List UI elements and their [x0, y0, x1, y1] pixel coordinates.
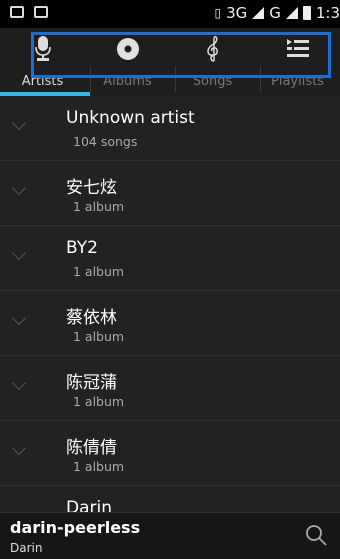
search-icon[interactable]: [304, 523, 328, 547]
highlight-box: [31, 32, 331, 78]
artist-name: Darin: [66, 498, 112, 512]
image-icon: [34, 6, 48, 18]
artist-name: 安七炫: [66, 178, 117, 198]
artist-count: 1 album: [73, 264, 125, 279]
list-item[interactable]: BY2 1 album: [0, 226, 340, 291]
artist-name: 蔡依林: [66, 308, 117, 328]
signal-icon: [252, 7, 265, 19]
artist-name: BY2: [66, 238, 98, 258]
now-playing-title: darin-peerless: [10, 518, 141, 537]
chevron-down-icon[interactable]: [11, 440, 27, 456]
artist-name: Unknown artist: [66, 108, 195, 128]
list-item[interactable]: Darin: [0, 486, 340, 512]
chevron-down-icon[interactable]: [11, 375, 27, 391]
artist-count: 1 album: [73, 459, 125, 474]
artist-name: 陈倩倩: [66, 438, 117, 458]
list-item[interactable]: Unknown artist 104 songs: [0, 96, 340, 161]
list-item[interactable]: 安七炫 1 album: [0, 161, 340, 226]
vibrate-icon: ▯: [214, 6, 222, 20]
battery-icon: [302, 6, 311, 20]
status-bar: ▯ 3G G 1:3: [0, 0, 340, 28]
chevron-down-icon[interactable]: [11, 245, 27, 261]
list-item[interactable]: 陈冠蒲 1 album: [0, 356, 340, 421]
artist-count: 1 album: [73, 329, 125, 344]
chevron-down-icon[interactable]: [11, 180, 27, 196]
message-icon: [10, 6, 24, 18]
list-item[interactable]: 陈倩倩 1 album: [0, 421, 340, 486]
network2-type-label: G: [269, 4, 281, 22]
clock: 1:3: [315, 4, 340, 22]
artist-name: 陈冠蒲: [66, 373, 117, 393]
signal2-icon: [285, 7, 298, 19]
chevron-down-icon[interactable]: [11, 310, 27, 326]
artist-count: 1 album: [73, 199, 125, 214]
artist-list[interactable]: Unknown artist 104 songs 安七炫 1 album BY2…: [0, 96, 340, 512]
network-type-label: 3G: [226, 4, 248, 22]
list-item[interactable]: 蔡依林 1 album: [0, 291, 340, 356]
chevron-down-icon[interactable]: [11, 115, 27, 131]
now-playing-artist: Darin: [10, 541, 43, 555]
now-playing-bar[interactable]: darin-peerless Darin: [0, 512, 340, 559]
artist-count: 1 album: [73, 394, 125, 409]
artist-count: 104 songs: [73, 134, 138, 149]
